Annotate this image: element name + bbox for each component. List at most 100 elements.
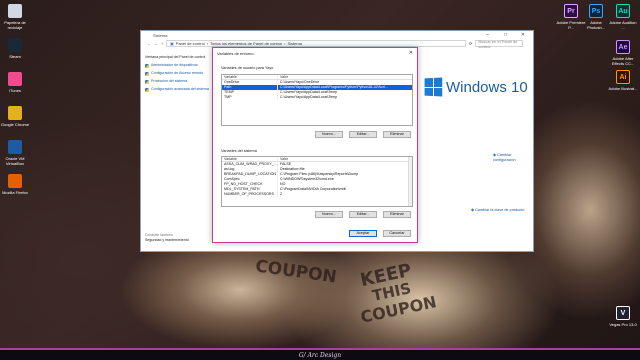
change-product-key-link[interactable]: ◆ Cambiar la clave de producto xyxy=(471,208,524,213)
breadcrumb-item[interactable]: Todos los elementos de Panel de control xyxy=(210,41,282,46)
left-link-advanced[interactable]: Configuración avanzada del sistema xyxy=(145,87,215,92)
desktop-icon[interactable]: Ae Adobe After Effects CC... xyxy=(608,40,638,66)
variable-name-cell: TMP xyxy=(222,95,278,100)
breadcrumb-item[interactable]: Sistema xyxy=(287,41,301,46)
desktop-icon[interactable]: Papelera de reciclaje xyxy=(0,4,30,30)
shield-icon xyxy=(145,79,149,84)
see-also-link[interactable]: Seguridad y mantenimiento xyxy=(145,238,215,243)
desktop-icon[interactable]: iTunes xyxy=(0,72,30,93)
system-vars-label: Variables del sistema xyxy=(221,149,257,153)
taskbar: G/ Arc Design xyxy=(0,348,640,360)
left-link-label: Protección del sistema xyxy=(151,79,188,83)
wallpaper-text-coupon: COUPON xyxy=(254,256,338,288)
variable-value-cell: 2 xyxy=(280,192,282,196)
up-arrow-icon[interactable]: ↑ xyxy=(161,41,163,46)
user-vars-label: Variables de usuario para Yayo xyxy=(221,66,274,70)
app-icon: V xyxy=(616,306,630,320)
forward-arrow-icon[interactable]: → xyxy=(154,41,158,46)
system-variables-table[interactable]: Variable Valor ASSA_CLIM_WRAD_PROXY_... F… xyxy=(221,156,413,207)
shield-icon xyxy=(145,63,149,68)
desktop-icon-label: Google Chrome xyxy=(0,122,30,127)
table-row[interactable]: TMP C:\Users\Yayo\AppData\Local\Temp xyxy=(222,95,412,100)
itunes-icon xyxy=(8,72,22,86)
left-panel: Ventana principal del Panel de control A… xyxy=(145,55,215,243)
variable-value-cell: C:\Users\Yayo\AppData\Local\Temp xyxy=(280,95,338,99)
system-delete-button[interactable]: Eliminar xyxy=(383,211,411,218)
desktop-icon[interactable]: Ps Adobe Photosh... xyxy=(581,4,611,30)
dialog-close-button[interactable]: ✕ xyxy=(409,50,413,56)
column-header-variable[interactable]: Variable xyxy=(222,75,278,79)
change-key-label: Cambiar la clave de producto xyxy=(474,208,525,212)
desktop-icon[interactable]: V Vegas Pro 13.0 xyxy=(608,306,638,327)
taskbar-signature: G/ Arc Design xyxy=(298,351,342,359)
desktop-icon[interactable]: Au Adobe Audition ... xyxy=(608,4,638,30)
column-header-value[interactable]: Valor xyxy=(278,75,412,79)
back-arrow-icon[interactable]: ← xyxy=(147,41,151,46)
app-icon: Pr xyxy=(564,4,578,18)
desktop-icon-label: Oracle VM VirtualBox xyxy=(5,156,25,166)
window-title-bar: Sistema – □ ✕ xyxy=(141,31,533,39)
shield-icon xyxy=(145,71,149,76)
left-link-home[interactable]: Ventana principal del Panel de control xyxy=(145,55,215,60)
system-new-button[interactable]: Nuevo... xyxy=(315,211,343,218)
shield-icon: ◆ xyxy=(493,153,496,157)
breadcrumb[interactable]: ▣ Panel de control › Todos los elementos … xyxy=(166,40,466,47)
user-new-button[interactable]: Nuevo... xyxy=(315,131,343,138)
desktop-icon-label: Adobe Photosh... xyxy=(586,20,605,30)
column-header-value[interactable]: Valor xyxy=(278,157,412,161)
close-window-button[interactable]: ✕ xyxy=(521,32,525,38)
shield-icon xyxy=(145,87,149,92)
cancel-button[interactable]: Cancelar xyxy=(383,230,411,237)
left-link-device-manager[interactable]: Administrador de dispositivos xyxy=(145,63,215,68)
desktop-icon-label: Adobe Audition ... xyxy=(609,20,637,30)
recycle-bin-icon xyxy=(8,4,22,18)
dialog-title: Variables de entorno xyxy=(217,51,254,56)
app-icon: Ps xyxy=(589,4,603,18)
desktop-icon[interactable]: Google Chrome xyxy=(0,106,30,127)
desktop-icon-label: Adobe Illustrat... xyxy=(608,86,638,91)
column-header-variable[interactable]: Variable xyxy=(222,157,278,161)
desktop-icon[interactable]: Mozilla Firefox xyxy=(0,174,30,195)
shield-icon: ◆ xyxy=(471,208,474,212)
steam-icon xyxy=(8,38,22,52)
folder-icon: ▣ xyxy=(170,41,174,46)
user-edit-button[interactable]: Editar... xyxy=(349,131,377,138)
breadcrumb-item[interactable]: Panel de control xyxy=(176,41,205,46)
change-settings-link[interactable]: ◆ Cambiar configuración xyxy=(493,153,533,163)
maximize-button[interactable]: □ xyxy=(504,32,507,38)
desktop-icon[interactable]: Steam xyxy=(0,38,30,59)
table-row[interactable]: NUMBER_OF_PROCESSORS 2 xyxy=(222,192,412,197)
desktop-icon-label: iTunes xyxy=(9,88,21,93)
left-link-protection[interactable]: Protección del sistema xyxy=(145,79,215,84)
desktop-icon-label: Adobe After Effects CC... xyxy=(611,56,635,66)
desktop-icon[interactable]: Oracle VM VirtualBox xyxy=(0,140,30,166)
left-link-label: Configuración de Acceso remoto xyxy=(151,71,203,75)
system-edit-button[interactable]: Editar... xyxy=(349,211,377,218)
desktop-icon-label: Mozilla Firefox xyxy=(2,190,28,195)
left-link-label: Configuración avanzada del sistema xyxy=(151,87,209,91)
minimize-button[interactable]: – xyxy=(486,32,489,38)
desktop-icon-label: Papelera de reciclaje xyxy=(4,20,26,30)
app-icon: Ai xyxy=(616,70,630,84)
left-link-label: Administrador de dispositivos xyxy=(151,63,198,67)
change-settings-label: Cambiar configuración xyxy=(493,153,516,162)
dialog-title-bar: Variables de entorno ✕ xyxy=(213,48,417,58)
search-input[interactable]: Buscar en el Panel de control xyxy=(475,38,524,49)
window-title: Sistema xyxy=(153,33,168,38)
search-placeholder: Buscar en el Panel de control xyxy=(478,38,518,49)
left-link-remote[interactable]: Configuración de Acceso remoto xyxy=(145,71,215,76)
user-variables-table[interactable]: Variable Valor OneDrive C:\Users\Yayo\One… xyxy=(221,74,413,126)
windows-logo-icon xyxy=(424,77,443,97)
desktop-icon[interactable]: Ai Adobe Illustrat... xyxy=(608,70,638,91)
left-link-label: Ventana principal del Panel de control xyxy=(145,55,206,59)
system-table-scrollbar[interactable] xyxy=(408,157,412,206)
user-delete-button[interactable]: Eliminar xyxy=(383,131,411,138)
chrome-icon xyxy=(8,106,22,120)
environment-variables-dialog: Variables de entorno ✕ Variables de usua… xyxy=(212,47,418,243)
refresh-icon[interactable]: ⟳ xyxy=(469,41,472,46)
desktop-icon-label: Steam xyxy=(9,54,21,59)
firefox-icon xyxy=(8,174,22,188)
desktop-icon-label: Vegas Pro 13.0 xyxy=(609,322,637,327)
accept-button[interactable]: Aceptar xyxy=(349,230,377,237)
windows-brand: Windows 10 xyxy=(424,77,528,97)
